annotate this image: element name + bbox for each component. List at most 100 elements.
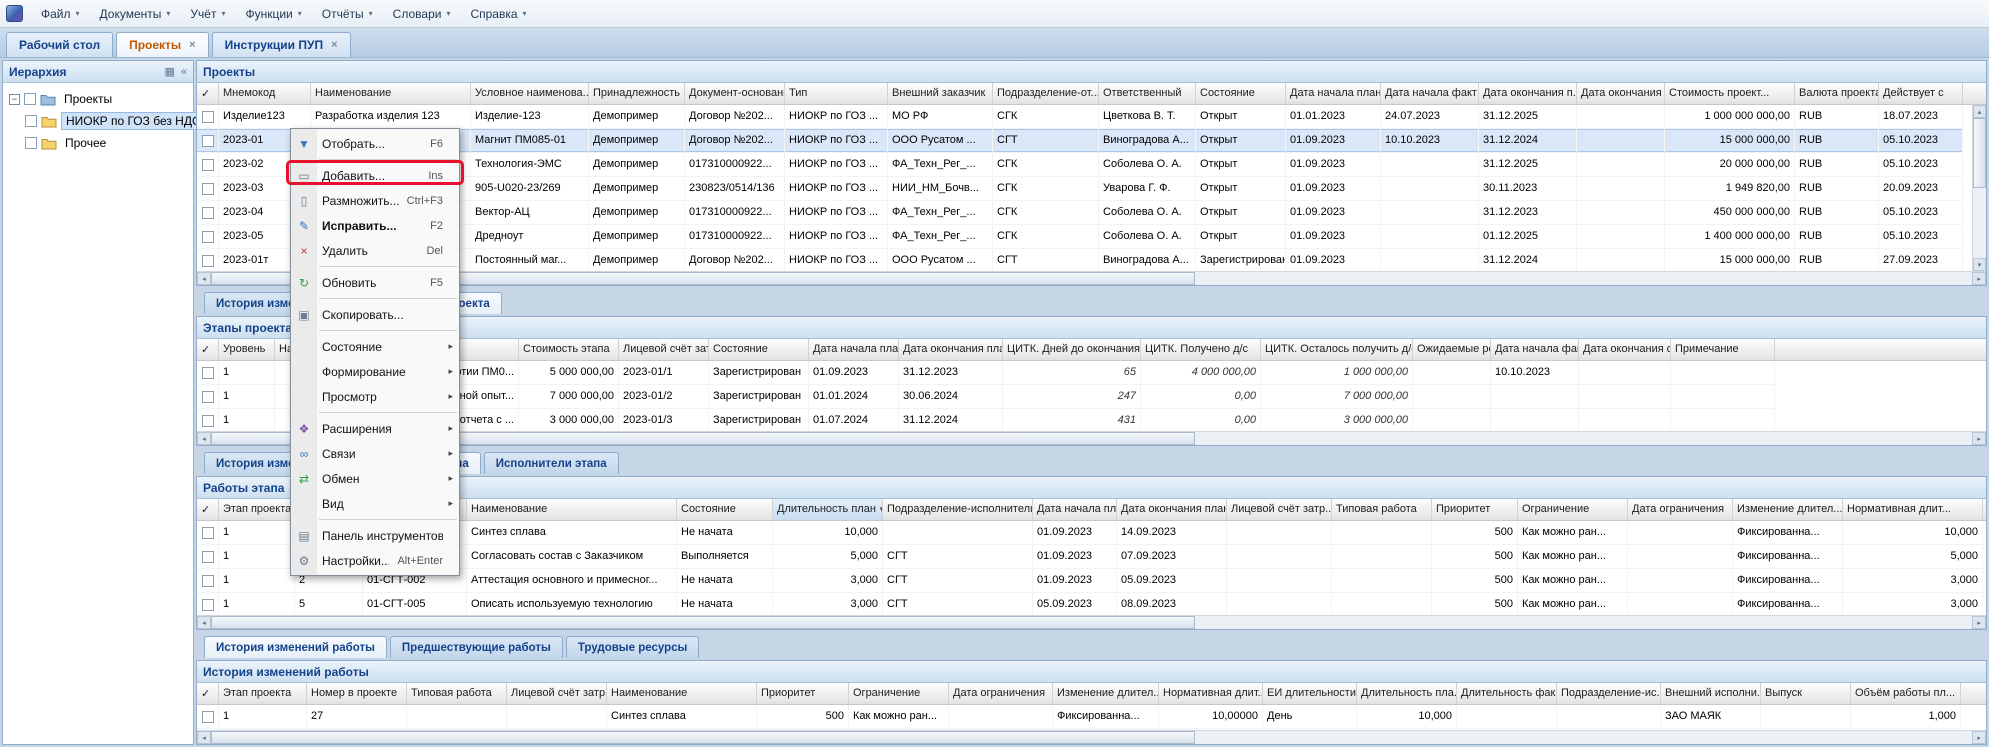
context-menu-item[interactable]: ▼Отобрать...F6 [291, 131, 459, 156]
checkbox[interactable] [202, 391, 214, 403]
column-header[interactable]: Дата начала факт [1381, 83, 1479, 104]
column-header[interactable]: Типовая работа [407, 683, 507, 704]
column-header[interactable]: Документ-основани... [685, 83, 785, 104]
column-header[interactable]: Стоимость проект... [1665, 83, 1795, 104]
column-header[interactable]: Изменение длител... [1733, 499, 1843, 520]
context-menu-item[interactable]: Просмотр▸ [291, 384, 459, 409]
scroll-up-icon[interactable]: ▴ [1973, 105, 1986, 118]
scrollbar-track[interactable] [1195, 731, 1972, 744]
context-menu-item[interactable]: ▣Скопировать... [291, 302, 459, 327]
column-header[interactable]: Лицевой счёт затр... [1227, 499, 1332, 520]
checkbox[interactable] [25, 115, 37, 127]
column-header[interactable]: Уровень [219, 339, 275, 360]
context-menu-item[interactable]: ▤Панель инструментов [291, 523, 459, 548]
column-header[interactable]: Наименование [607, 683, 757, 704]
column-header[interactable]: Дата ограничения [1628, 499, 1733, 520]
checkbox[interactable] [202, 231, 214, 243]
table-row[interactable]: 1Синтез сплаваНе начата10,00001.09.20231… [197, 521, 1983, 545]
menubar-item-5[interactable]: Словари▾ [383, 3, 461, 25]
tree-item[interactable]: −Проекты [5, 88, 191, 110]
scroll-right-icon[interactable]: ▸ [1972, 432, 1986, 445]
scrollbar-track[interactable] [1973, 188, 1986, 258]
column-header[interactable]: Ограничение [849, 683, 949, 704]
column-header[interactable]: Типовая работа [1332, 499, 1432, 520]
column-header[interactable]: Дата окончания п... [1479, 83, 1577, 104]
column-header[interactable]: Этап проекта [219, 499, 295, 520]
column-header[interactable]: ✓ [197, 499, 219, 520]
checkbox[interactable] [202, 711, 214, 723]
scrollbar-thumb[interactable] [211, 731, 1195, 744]
column-header[interactable]: Лицевой счёт затрат. [619, 339, 709, 360]
table-row[interactable]: 2023-01Магнит ПМ085-01ДемопримерДоговор … [197, 129, 1963, 153]
checkbox[interactable] [202, 111, 214, 123]
horizontal-scrollbar[interactable]: ◂▸ [197, 730, 1986, 744]
checkbox[interactable] [202, 415, 214, 427]
column-header[interactable]: Дата ограничения [949, 683, 1053, 704]
context-menu-item[interactable]: ▯Размножить...Ctrl+F3 [291, 188, 459, 213]
column-header[interactable]: Длительность пла... [1357, 683, 1457, 704]
column-header[interactable]: Номер в проекте [307, 683, 407, 704]
column-header[interactable]: Нормативная длит... [1843, 499, 1983, 520]
table-row[interactable]: 2023-03905-U020-23/269Демопример230823/0… [197, 177, 1963, 201]
table-row[interactable]: 127Синтез сплава500Как можно ран...Фикси… [197, 705, 1961, 729]
column-header[interactable]: Приоритет [1432, 499, 1518, 520]
column-header[interactable]: Дата окончания ф... [1577, 83, 1665, 104]
menubar-item-2[interactable]: Учёт▾ [180, 3, 235, 25]
checkbox[interactable] [202, 575, 214, 587]
column-header[interactable]: Дата окончания ф... [1579, 339, 1671, 360]
column-header[interactable]: Условное наименова... [471, 83, 589, 104]
scroll-right-icon[interactable]: ▸ [1972, 731, 1986, 744]
column-header[interactable]: Состояние [709, 339, 809, 360]
column-header[interactable]: Изменение длител... [1053, 683, 1159, 704]
horizontal-scrollbar[interactable]: ◂▸ [197, 271, 1986, 285]
column-header[interactable]: Дата начала план. [1033, 499, 1117, 520]
column-header[interactable]: Принадлежность [589, 83, 685, 104]
context-menu-item[interactable]: ▭Добавить...Ins [291, 163, 459, 188]
column-header[interactable]: ЦИТК. Осталось получить д/с [1261, 339, 1413, 360]
column-header[interactable]: Ответственный [1099, 83, 1196, 104]
scroll-right-icon[interactable]: ▸ [1972, 616, 1986, 629]
subtab-subtabs3-0[interactable]: История изменений работы [204, 636, 387, 658]
tree-item[interactable]: Прочее [5, 132, 191, 154]
column-header[interactable]: Внешний заказчик [888, 83, 993, 104]
column-header[interactable]: Ограничение [1518, 499, 1628, 520]
column-header[interactable]: Состояние [1196, 83, 1286, 104]
column-header[interactable]: Состояние [677, 499, 773, 520]
table-row[interactable]: Изделие123Разработка изделия 123Изделие-… [197, 105, 1963, 129]
column-header[interactable]: Подразделение-от... [993, 83, 1099, 104]
context-menu-item[interactable]: ⇄Обмен▸ [291, 466, 459, 491]
table-row[interactable]: 1Согласовать состав с ЗаказчикомВыполняе… [197, 545, 1983, 569]
subtab-subtabs3-2[interactable]: Трудовые ресурсы [566, 636, 700, 658]
context-menu-item[interactable]: ✎Исправить...F2 [291, 213, 459, 238]
column-header[interactable]: ✓ [197, 683, 219, 704]
column-header[interactable]: Подразделение-ис... [1557, 683, 1661, 704]
scroll-left-icon[interactable]: ◂ [197, 731, 211, 744]
column-header[interactable]: Лицевой счёт затр... [507, 683, 607, 704]
scroll-left-icon[interactable]: ◂ [197, 432, 211, 445]
context-menu-item[interactable]: ×УдалитьDel [291, 238, 459, 263]
table-row[interactable]: 1501-СГТ-005Описать используемую техноло… [197, 593, 1983, 615]
column-header[interactable]: Тип [785, 83, 888, 104]
column-header[interactable]: Валюта проекта [1795, 83, 1879, 104]
scroll-down-icon[interactable]: ▾ [1973, 258, 1986, 271]
close-icon[interactable]: × [331, 39, 337, 51]
tree-item[interactable]: НИОКР по ГОЗ без НДС [5, 110, 191, 132]
close-icon[interactable]: × [189, 39, 195, 51]
column-header[interactable]: Дата окончания план [899, 339, 1003, 360]
table-row[interactable]: 2023-04Вектор-АЦДемопример017310000922..… [197, 201, 1963, 225]
table-row[interactable]: 1201-СГТ-002Аттестация основного и приме… [197, 569, 1983, 593]
scroll-right-icon[interactable]: ▸ [1972, 272, 1986, 285]
table-row[interactable]: 2023-05ДредноутДемопример017310000922...… [197, 225, 1963, 249]
context-menu-item[interactable]: Состояние▸ [291, 334, 459, 359]
scrollbar-thumb[interactable] [211, 616, 1195, 629]
column-header[interactable]: Длительность фак... [1457, 683, 1557, 704]
column-header[interactable]: Дата начала план. [1286, 83, 1381, 104]
table-view-icon[interactable]: ▦ [164, 65, 174, 78]
vertical-scrollbar[interactable]: ▴▾ [1972, 105, 1986, 271]
context-menu-item[interactable]: Вид▸ [291, 491, 459, 516]
scrollbar-track[interactable] [1195, 616, 1972, 629]
checkbox[interactable] [202, 255, 214, 267]
column-header[interactable]: Приоритет [757, 683, 849, 704]
column-header[interactable]: Наименование [311, 83, 471, 104]
checkbox[interactable] [202, 207, 214, 219]
